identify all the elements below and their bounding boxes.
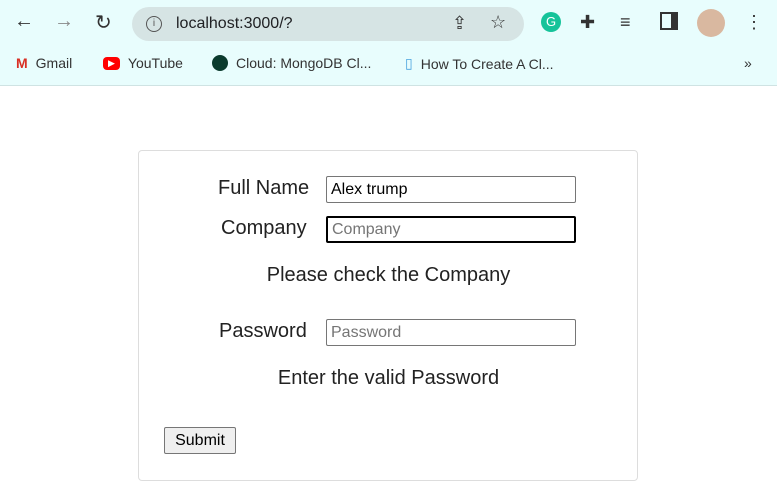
company-input[interactable] [326,216,576,243]
password-error: Enter the valid Password [277,367,500,389]
bookmark-youtube[interactable]: ▶ YouTube [103,55,183,71]
more-bookmarks[interactable]: » [744,55,752,71]
star-icon[interactable]: ☆ [490,12,506,33]
mongodb-icon [212,55,228,71]
full-name-label: Full Name [218,177,310,199]
address-bar[interactable]: i localhost:3000/? ⇪ ☆ [132,7,524,41]
full-name-input[interactable] [326,176,576,203]
media-icon[interactable]: ≡ [620,12,631,33]
avatar[interactable] [697,9,725,37]
grammarly-icon[interactable]: G [541,12,561,32]
info-icon[interactable]: i [146,16,162,32]
reload-icon[interactable]: ↻ [95,10,112,35]
company-label: Company [221,217,307,239]
extensions-icon[interactable]: ✚ [580,12,595,33]
back-icon[interactable]: ← [14,10,34,33]
gmail-icon: M [16,55,28,71]
share-icon[interactable]: ⇪ [452,13,467,34]
bookmark-howto[interactable]: ▯ How To Create A Cl... [405,55,554,72]
bookmark-mongodb[interactable]: Cloud: MongoDB Cl... [212,55,371,71]
youtube-icon: ▶ [103,56,120,70]
sidepanel-icon[interactable] [660,12,678,30]
company-error: Please check the Company [266,264,511,286]
password-input[interactable] [326,319,576,346]
menu-icon[interactable]: ⋮ [745,12,763,33]
forward-icon[interactable]: → [54,10,74,33]
url-text: localhost:3000/? [176,15,293,32]
submit-button[interactable]: Submit [164,427,236,454]
password-label: Password [219,320,307,342]
bookmark-gmail[interactable]: M Gmail [16,55,72,71]
page-icon: ▯ [405,55,413,71]
browser-toolbar: ← → ↻ i localhost:3000/? ⇪ ☆ G ✚ ≡ ⋮ M Gm… [0,0,777,86]
